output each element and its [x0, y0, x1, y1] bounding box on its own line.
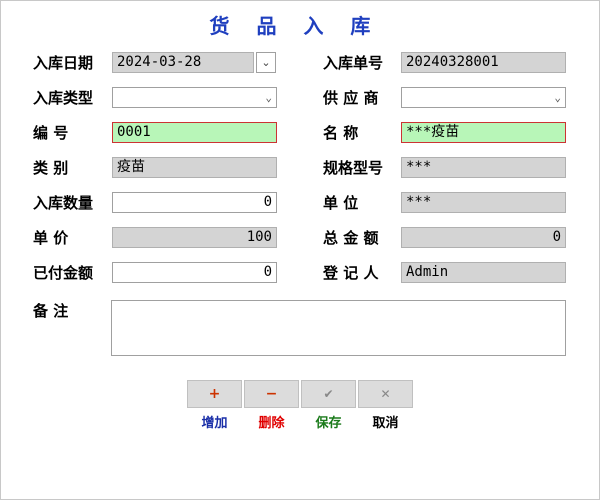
supplier-select[interactable]: ⌄: [401, 87, 566, 108]
code-label: 编 号: [33, 124, 69, 142]
chevron-down-icon: ⌄: [261, 56, 271, 69]
paid-field[interactable]: 0: [112, 262, 277, 283]
minus-icon: −: [265, 386, 278, 402]
paid-label: 已付金额: [33, 264, 94, 282]
memo-textarea[interactable]: [111, 300, 566, 356]
in-date-label: 入库日期: [33, 54, 94, 72]
qty-label: 入库数量: [33, 194, 94, 212]
add-label[interactable]: 增加: [187, 412, 242, 431]
chevron-down-icon: ⌄: [265, 91, 272, 104]
in-no-field[interactable]: 20240328001: [401, 52, 566, 73]
chevron-down-icon: ⌄: [554, 91, 561, 104]
in-type-select[interactable]: ⌄: [112, 87, 277, 108]
save-button[interactable]: ✔: [301, 380, 356, 408]
category-field[interactable]: 疫苗: [112, 157, 277, 178]
spec-field[interactable]: ***: [401, 157, 566, 178]
date-picker-button[interactable]: ⌄: [256, 52, 276, 73]
window-frame: [0, 0, 600, 500]
plus-icon: +: [208, 386, 221, 402]
cancel-button[interactable]: ✕: [358, 380, 413, 408]
name-field[interactable]: ***疫苗: [401, 122, 566, 143]
unit-label: 单 位: [323, 194, 359, 212]
supplier-label: 供 应 商: [323, 89, 379, 107]
save-label[interactable]: 保存: [301, 412, 356, 431]
add-button[interactable]: +: [187, 380, 242, 408]
registrar-field[interactable]: Admin: [401, 262, 566, 283]
check-icon: ✔: [323, 387, 334, 401]
in-type-label: 入库类型: [33, 89, 94, 107]
in-no-label: 入库单号: [323, 54, 384, 72]
in-date-field[interactable]: 2024-03-28: [112, 52, 254, 73]
close-icon: ✕: [380, 387, 391, 401]
price-label: 单 价: [33, 229, 69, 247]
total-field[interactable]: 0: [401, 227, 566, 248]
code-field[interactable]: 0001: [112, 122, 277, 143]
registrar-label: 登 记 人: [323, 264, 379, 282]
qty-field[interactable]: 0: [112, 192, 277, 213]
delete-label[interactable]: 删除: [244, 412, 299, 431]
spec-label: 规格型号: [323, 159, 384, 177]
total-label: 总 金 额: [323, 229, 379, 247]
unit-field[interactable]: ***: [401, 192, 566, 213]
cancel-label[interactable]: 取消: [358, 412, 413, 431]
price-field[interactable]: 100: [112, 227, 277, 248]
category-label: 类 别: [33, 159, 69, 177]
delete-button[interactable]: −: [244, 380, 299, 408]
memo-label: 备 注: [33, 302, 69, 320]
page-title: 货 品 入 库: [209, 14, 381, 38]
name-label: 名 称: [323, 124, 359, 142]
